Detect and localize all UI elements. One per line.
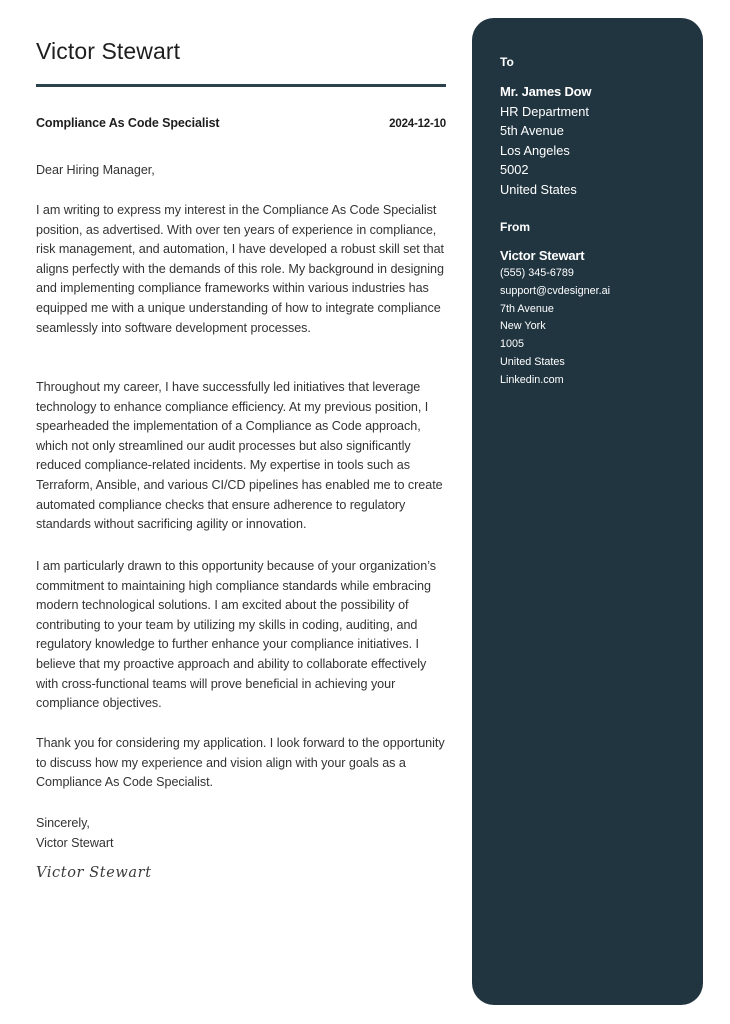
closing-name: Victor Stewart xyxy=(36,835,114,850)
recipient-country: United States xyxy=(500,181,577,197)
contact-sidebar: To Mr. James Dow HR Department 5th Avenu… xyxy=(472,18,703,1005)
closing-salutation: Sincerely, xyxy=(36,816,90,830)
letter-date: 2024-12-10 xyxy=(389,118,446,130)
recipient-city: Los Angeles xyxy=(500,142,570,158)
to-heading: To xyxy=(500,55,514,69)
sender-phone[interactable]: (555) 345-6789 xyxy=(500,265,610,283)
sender-country: United States xyxy=(500,355,565,368)
recipient-postal-code: 5002 xyxy=(500,162,529,178)
from-heading: From xyxy=(500,220,530,234)
sender-linkedin-link[interactable]: Linkedin.com xyxy=(500,372,610,390)
paragraph-3: I am particularly drawn to this opportun… xyxy=(36,559,436,711)
signature: Victor Stewart xyxy=(36,865,152,881)
recipient-name: Mr. James Dow xyxy=(500,84,592,99)
header-divider xyxy=(36,84,446,87)
sender-postal-code: 1005 xyxy=(500,338,525,351)
sender-street: 7th Avenue xyxy=(500,302,554,315)
sender-name-title: Victor Stewart xyxy=(36,38,181,64)
sender-email[interactable]: support@cvdesigner.ai xyxy=(500,283,610,301)
paragraph-4: Thank you for considering my application… xyxy=(36,736,445,790)
paragraph-1: I am writing to express my interest in t… xyxy=(36,203,444,335)
sender-block: Victor Stewart (555) 345-6789 support@cv… xyxy=(500,246,610,390)
sender-name: Victor Stewart xyxy=(500,248,585,263)
recipient-block: Mr. James Dow HR Department 5th Avenue L… xyxy=(500,82,592,199)
recipient-street: 5th Avenue xyxy=(500,123,564,139)
job-title: Compliance As Code Specialist xyxy=(36,116,220,130)
closing-block: Sincerely, Victor Stewart xyxy=(36,814,448,853)
greeting: Dear Hiring Manager, xyxy=(36,163,155,177)
recipient-department: HR Department xyxy=(500,103,589,119)
paragraph-2: Throughout my career, I have successfull… xyxy=(36,380,443,532)
sender-city: New York xyxy=(500,320,546,333)
job-row: Compliance As Code Specialist 2024-12-10 xyxy=(36,116,446,130)
